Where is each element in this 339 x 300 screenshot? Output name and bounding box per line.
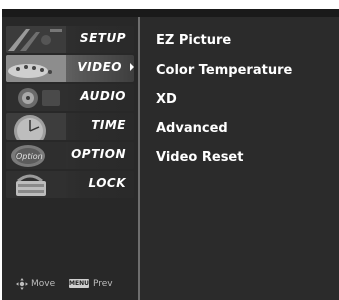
menu-item-label: LOCK (88, 176, 126, 190)
prev-hint-label: Prev (93, 279, 113, 289)
top-bar (2, 9, 339, 17)
chevron-right-icon (130, 63, 134, 71)
option-thumbnail-icon: Option (6, 142, 66, 169)
main-menu-panel: SETUP VIDEO AUDIO TIME Option OPTION LOC… (2, 17, 138, 300)
menu-item-setup[interactable]: SETUP (6, 26, 134, 53)
time-thumbnail-icon (6, 113, 66, 140)
menu-button-badge: MENU (69, 279, 89, 288)
menu-item-label: SETUP (79, 31, 126, 45)
submenu-item-video-reset[interactable]: Video Reset (156, 150, 243, 165)
move-hint-label: Move (31, 279, 56, 289)
tv-osd-screen: SETUP VIDEO AUDIO TIME Option OPTION LOC… (2, 9, 339, 300)
submenu-item-xd[interactable]: XD (156, 92, 177, 107)
menu-item-label: TIME (91, 118, 126, 132)
navigation-hints: Move MENU Prev (2, 277, 138, 297)
menu-item-label: VIDEO (77, 60, 122, 74)
lock-thumbnail-icon (6, 171, 66, 198)
menu-item-time[interactable]: TIME (6, 113, 134, 140)
setup-thumbnail-icon (6, 26, 66, 53)
submenu-item-advanced[interactable]: Advanced (156, 121, 228, 136)
submenu-item-ez-picture[interactable]: EZ Picture (156, 33, 231, 48)
menu-item-option[interactable]: Option OPTION (6, 142, 134, 169)
option-thumbnail-text: Option (16, 152, 43, 161)
menu-item-lock[interactable]: LOCK (6, 171, 134, 198)
menu-item-audio[interactable]: AUDIO (6, 84, 134, 111)
audio-thumbnail-icon (6, 84, 66, 111)
menu-item-video[interactable]: VIDEO (6, 55, 134, 82)
submenu-panel: EZ Picture Color Temperature XD Advanced… (140, 17, 339, 300)
menu-item-label: AUDIO (80, 89, 126, 103)
video-thumbnail-icon (6, 55, 66, 82)
menu-item-label: OPTION (71, 147, 126, 161)
submenu-item-color-temperature[interactable]: Color Temperature (156, 63, 292, 78)
move-arrows-icon (16, 278, 28, 290)
